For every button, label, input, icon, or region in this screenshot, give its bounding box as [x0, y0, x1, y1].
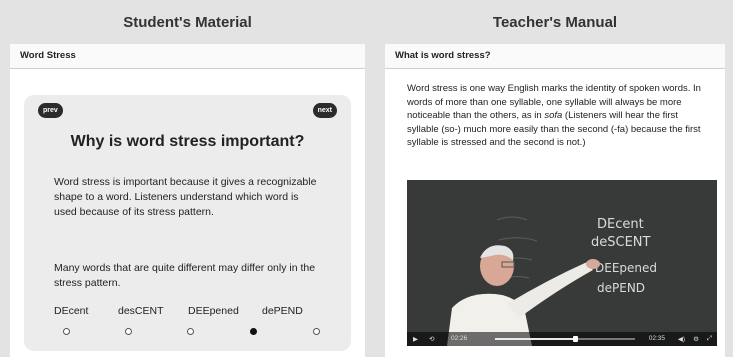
teacher-manual-panel: What is word stress? Word stress is one …	[385, 44, 725, 357]
student-material-title: Student's Material	[123, 14, 252, 31]
student-material-column: Student's Material Word Stress prev next…	[10, 0, 365, 357]
chalk-word: DEEpened	[595, 261, 657, 275]
word-stress-header: Word Stress	[10, 44, 365, 69]
progress-scrubber[interactable]	[573, 336, 579, 342]
pagination-dot[interactable]	[313, 328, 320, 335]
pagination-dot[interactable]	[187, 328, 194, 335]
pagination-dot[interactable]	[63, 328, 70, 335]
student-material-panel: Word Stress prev next Why is word stress…	[10, 44, 365, 357]
video-player[interactable]: DEcent deSCENT DEEpened dePEND ▶ ⟲ 02:26	[407, 180, 717, 346]
pagination-dot[interactable]	[125, 328, 132, 335]
duration-time: 02:35	[648, 335, 665, 342]
video-controls: ▶ ⟲ 02:26 02:35 ◀) ⚙ ⤢	[407, 332, 717, 346]
chalk-word: DEcent	[597, 217, 644, 232]
video-frame: DEcent deSCENT DEEpened dePEND	[407, 180, 717, 346]
fullscreen-icon[interactable]: ⤢	[707, 335, 712, 343]
teacher-manual-column: Teacher's Manual What is word stress? Wo…	[385, 0, 725, 357]
settings-icon[interactable]: ⚙	[693, 335, 699, 343]
teacher-manual-title: Teacher's Manual	[492, 14, 618, 31]
slide-title: Why is word stress important?	[70, 133, 305, 150]
video-progress-bar[interactable]	[495, 336, 635, 342]
progress-fill	[495, 338, 574, 340]
example-word: desCENT	[118, 305, 164, 317]
chalk-word: dePEND	[597, 281, 645, 295]
next-button[interactable]: next	[312, 103, 337, 118]
replay-icon[interactable]: ⟲	[429, 335, 434, 343]
explanation-example-word: sofa	[544, 110, 563, 121]
chalk-word: deSCENT	[591, 235, 651, 250]
prev-button[interactable]: prev	[38, 103, 63, 118]
example-word: DEEpened	[188, 305, 239, 317]
elapsed-time: 02:26	[451, 335, 468, 342]
pagination-dot-active[interactable]	[250, 328, 257, 335]
play-icon[interactable]: ▶	[413, 335, 418, 343]
what-is-word-stress-header: What is word stress?	[385, 44, 725, 69]
example-word: dePEND	[262, 305, 303, 317]
example-word: DEcent	[54, 305, 89, 317]
volume-icon[interactable]: ◀)	[678, 335, 685, 343]
slide-pagination	[24, 328, 351, 338]
slide-card: prev next Why is word stress important? …	[24, 95, 351, 351]
slide-paragraph-1: Word stress is important because it give…	[54, 176, 317, 218]
slide-paragraph-2: Many words that are quite different may …	[54, 262, 316, 289]
teacher-explanation: Word stress is one way English marks the…	[407, 82, 707, 150]
